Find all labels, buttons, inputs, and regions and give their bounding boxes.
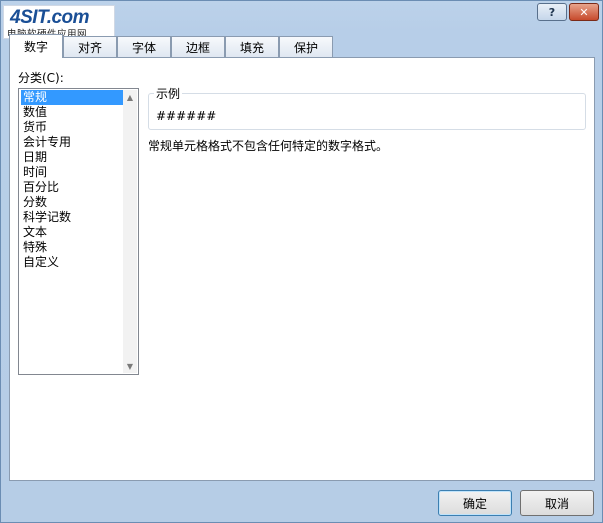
category-item-custom[interactable]: 自定义 [21,255,123,270]
ok-button[interactable]: 确定 [438,490,512,516]
scroll-down-arrow-icon[interactable]: ▼ [123,359,137,373]
category-scrollbar[interactable]: ▲ ▼ [123,90,137,373]
tab-alignment[interactable]: 对齐 [63,36,117,57]
sample-label: 示例 [154,85,183,102]
category-item-special[interactable]: 特殊 [21,240,123,255]
category-label: 分类(C): [18,71,64,85]
close-button[interactable]: ✕ [569,3,599,21]
category-list[interactable]: 常规 数值 货币 会计专用 日期 时间 百分比 分数 科学记数 文本 特殊 自定… [18,88,139,375]
tab-protection[interactable]: 保护 [279,36,333,57]
format-description: 常规单元格格式不包含任何特定的数字格式。 [148,139,389,153]
category-item-number[interactable]: 数值 [21,105,123,120]
tab-number[interactable]: 数字 [9,34,63,58]
tab-fill[interactable]: 填充 [225,36,279,57]
number-tab-panel: 分类(C): 常规 数值 货币 会计专用 日期 时间 百分比 分数 科学记数 文… [9,57,595,481]
category-item-scientific[interactable]: 科学记数 [21,210,123,225]
help-icon: ? [548,5,556,19]
help-button[interactable]: ? [537,3,567,21]
category-item-general[interactable]: 常规 [21,90,123,105]
cancel-button[interactable]: 取消 [520,490,594,516]
category-item-text[interactable]: 文本 [21,225,123,240]
scroll-up-arrow-icon[interactable]: ▲ [123,90,137,104]
tab-border[interactable]: 边框 [171,36,225,57]
category-item-percentage[interactable]: 百分比 [21,180,123,195]
category-item-fraction[interactable]: 分数 [21,195,123,210]
format-cells-dialog: 4SIT.com 电脑软硬件应用网 ? ✕ 数字 对齐 字体 边框 填充 保护 … [0,0,603,523]
category-item-accounting[interactable]: 会计专用 [21,135,123,150]
category-item-currency[interactable]: 货币 [21,120,123,135]
close-icon: ✕ [579,5,589,19]
tab-font[interactable]: 字体 [117,36,171,57]
category-item-time[interactable]: 时间 [21,165,123,180]
sample-value: ###### [156,109,217,123]
category-item-date[interactable]: 日期 [21,150,123,165]
